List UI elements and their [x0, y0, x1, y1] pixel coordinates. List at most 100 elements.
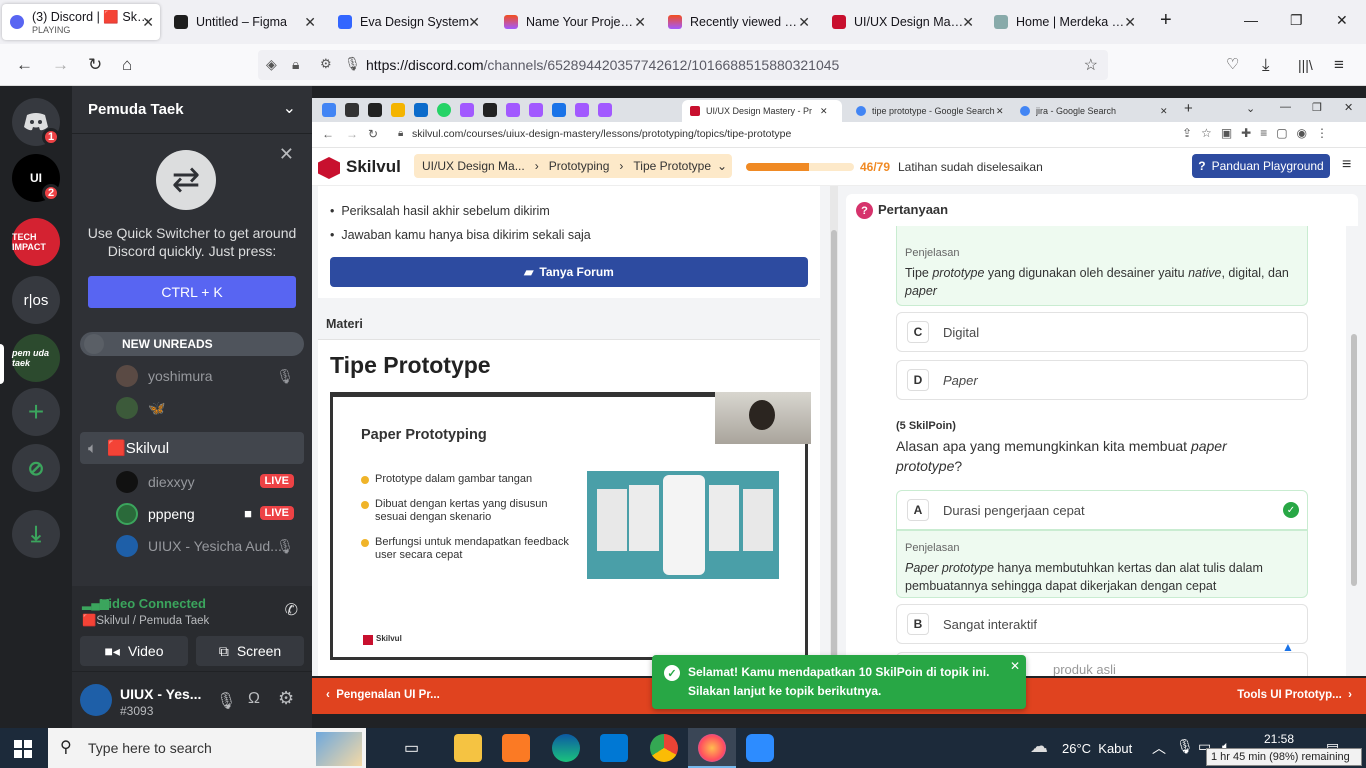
new-unreads-bar[interactable]: NEW UNREADS: [80, 332, 304, 356]
pinned-tab-icon[interactable]: [414, 103, 428, 117]
pinned-tab-icon[interactable]: [506, 103, 520, 117]
chevron-down-icon[interactable]: ⌄: [283, 98, 296, 118]
tab-list-chevron-icon[interactable]: ⌄: [1246, 102, 1255, 115]
headphones-icon[interactable]: Ω: [248, 690, 260, 708]
inner-url-text[interactable]: skilvul.com/courses/uiux-design-mastery/…: [412, 128, 791, 140]
windows-start-icon[interactable]: [14, 740, 32, 758]
pinned-tab-icon[interactable]: [575, 103, 589, 117]
close-tab-icon[interactable]: ✕: [142, 14, 154, 31]
file-explorer-icon[interactable]: [454, 734, 482, 762]
inner-tab-google-2[interactable]: jira - Google Search ✕: [1012, 100, 1172, 122]
close-toast-icon[interactable]: ✕: [1010, 659, 1020, 673]
pinned-tab-icon[interactable]: [391, 103, 405, 117]
zoom-icon[interactable]: [746, 734, 774, 762]
shield-icon[interactable]: ◈: [266, 56, 277, 73]
minimize-icon[interactable]: —: [1244, 12, 1258, 28]
breadcrumb-lesson[interactable]: Prototyping: [549, 159, 610, 173]
answer-option-a-correct[interactable]: A Durasi pengerjaan cepat ✓: [896, 490, 1308, 530]
voice-channel-skilvul[interactable]: 🔈︎ 🟥Skilvul: [80, 432, 304, 464]
forward-icon[interactable]: →: [346, 127, 358, 141]
microphone-icon[interactable]: 🎙︎: [344, 56, 361, 72]
close-window-icon[interactable]: ✕: [1336, 12, 1348, 29]
vscode-icon[interactable]: [600, 734, 628, 762]
close-tab-icon[interactable]: ✕: [1124, 14, 1136, 31]
skilvul-logo-icon[interactable]: [318, 157, 340, 179]
server-rios-icon[interactable]: r|os: [12, 276, 60, 324]
tab-eva-design[interactable]: Eva Design System ✕: [330, 4, 486, 40]
inner-tab-google-1[interactable]: tipe prototype - Google Search ✕: [848, 100, 1008, 122]
screen-share-button[interactable]: ⧉ Screen: [196, 636, 304, 666]
tab-figma-untitled[interactable]: Untitled – Figma ✕: [166, 4, 322, 40]
answer-option-c[interactable]: C Digital: [896, 312, 1308, 352]
minimize-icon[interactable]: —: [1280, 101, 1291, 113]
firefox-taskbar-active[interactable]: [688, 728, 736, 768]
extension-icons[interactable]: ⇪☆▣✚≡▢◉⋮: [1182, 126, 1337, 140]
pinned-tab-icon[interactable]: [368, 103, 382, 117]
close-icon[interactable]: ✕: [279, 144, 294, 165]
pinned-tab-icon[interactable]: [322, 103, 336, 117]
xampp-icon[interactable]: [502, 734, 530, 762]
server-tech-impact-icon[interactable]: TECH IMPACT: [12, 218, 60, 266]
close-tab-icon[interactable]: ✕: [798, 14, 810, 31]
pinned-tab-icon[interactable]: [460, 103, 474, 117]
answer-option-d[interactable]: D Paper: [896, 360, 1308, 400]
mute-mic-icon[interactable]: 🎙︎: [216, 691, 236, 711]
clock-time[interactable]: 21:58: [1264, 732, 1294, 746]
library-icon[interactable]: |||\: [1298, 57, 1313, 73]
quick-switcher-button[interactable]: CTRL + K: [88, 276, 296, 308]
close-window-icon[interactable]: ✕: [1344, 101, 1353, 114]
server-header[interactable]: Pemuda Taek ⌄: [72, 86, 312, 134]
tab-discord[interactable]: (3) Discord | 🟥 Skilvul PLAYING ✕: [2, 4, 160, 40]
restore-icon[interactable]: ❐: [1312, 101, 1322, 114]
tab-skilvul[interactable]: UI/UX Design Mastery ✕: [824, 4, 980, 40]
skilvul-logo-text[interactable]: Skilvul: [346, 157, 401, 177]
forward-icon[interactable]: →: [52, 55, 69, 75]
pocket-icon[interactable]: ♡: [1226, 55, 1239, 73]
chrome-icon[interactable]: [650, 734, 678, 762]
back-icon[interactable]: ←: [322, 127, 334, 141]
pinned-tab-icon[interactable]: [529, 103, 543, 117]
new-tab-icon[interactable]: +: [1184, 100, 1193, 117]
menu-icon[interactable]: ≡: [1334, 55, 1344, 75]
member-yoshimura[interactable]: yoshimura 🎙︎: [80, 360, 304, 392]
weather-text[interactable]: 26°C Kabut: [1062, 741, 1132, 756]
right-scrollbar[interactable]: [1350, 230, 1358, 670]
download-icon[interactable]: ⤓: [1262, 55, 1270, 75]
bookmark-star-icon[interactable]: ☆: [1084, 55, 1098, 75]
next-topic-button[interactable]: Tools UI Prototyp... ›: [1237, 689, 1352, 701]
lock-icon[interactable]: 🔒︎: [292, 56, 299, 73]
answer-option-b[interactable]: B Sangat interaktif: [896, 604, 1308, 644]
hamburger-menu-icon[interactable]: ≡: [1342, 156, 1351, 174]
download-apps-icon[interactable]: ⤓: [12, 510, 60, 558]
close-tab-icon[interactable]: ✕: [304, 14, 316, 31]
pinned-tab-icon[interactable]: [598, 103, 612, 117]
close-tab-icon[interactable]: ✕: [820, 106, 828, 117]
forum-button[interactable]: ▰ Tanya Forum: [330, 257, 808, 287]
server-ui-icon[interactable]: UI 2: [12, 154, 60, 202]
pinned-tab-icon[interactable]: [483, 103, 497, 117]
close-tab-icon[interactable]: ✕: [634, 14, 646, 31]
pinned-tab-icon[interactable]: [345, 103, 359, 117]
edge-icon[interactable]: [552, 734, 580, 762]
task-view-icon[interactable]: ▭: [404, 738, 419, 758]
tray-chevron-up-icon[interactable]: ︿: [1152, 738, 1166, 758]
home-icon[interactable]: ⌂: [122, 55, 132, 75]
url-bar[interactable]: ◈ 🔒︎ ⚙︎ 🎙︎ https://discord.com/channels/…: [258, 50, 1108, 80]
member-butterfly[interactable]: 🦋: [80, 392, 304, 424]
restore-icon[interactable]: ❐: [1290, 12, 1303, 29]
voice-member-diexxyy[interactable]: diexxyy LIVE: [80, 466, 304, 498]
chevron-down-icon[interactable]: ⌄: [717, 159, 727, 173]
tab-figma-project[interactable]: Name Your Project – Figma ✕: [496, 4, 652, 40]
tab-figma-recent[interactable]: Recently viewed – Figma ✕: [660, 4, 816, 40]
close-tab-icon[interactable]: ✕: [996, 106, 1004, 117]
new-tab-icon[interactable]: +: [1160, 9, 1172, 32]
server-pemuda-taek-icon[interactable]: pem uda taek: [12, 334, 60, 382]
pinned-tab-icon[interactable]: [552, 103, 566, 117]
taskbar-search[interactable]: ⚲ Type here to search: [48, 728, 366, 768]
explore-compass-icon[interactable]: ⊘: [12, 444, 60, 492]
close-tab-icon[interactable]: ✕: [1160, 106, 1168, 117]
video-button[interactable]: ■◂ Video: [80, 636, 188, 666]
close-tab-icon[interactable]: ✕: [468, 14, 480, 31]
voice-member-pppeng[interactable]: pppeng ■ LIVE: [80, 498, 304, 530]
close-tab-icon[interactable]: ✕: [962, 14, 974, 31]
